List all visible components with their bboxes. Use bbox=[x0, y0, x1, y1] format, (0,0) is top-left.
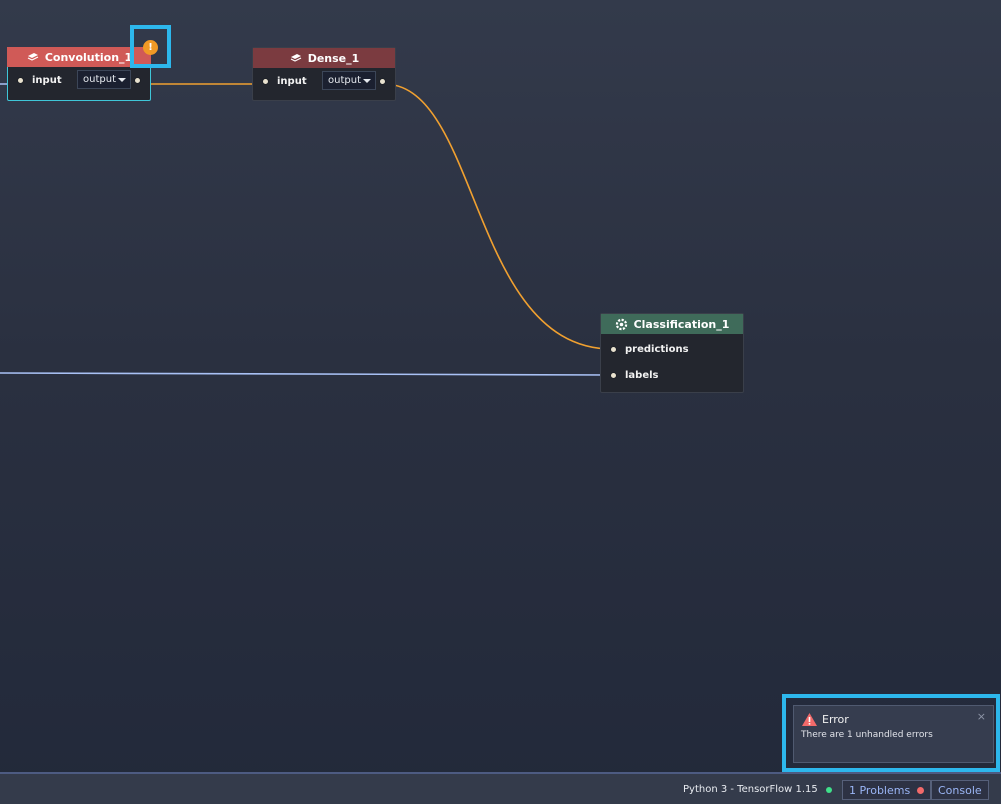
error-toast: Error There are 1 unhandled errors × bbox=[793, 705, 994, 763]
node-dense-title: Dense_1 bbox=[307, 51, 360, 65]
output-dropdown-value: output bbox=[328, 75, 361, 86]
node-classification[interactable]: Classification_1 predictions labels bbox=[600, 313, 744, 393]
error-triangle-icon bbox=[801, 712, 818, 731]
input-port[interactable] bbox=[262, 78, 269, 85]
error-dot-icon bbox=[917, 786, 925, 794]
node-dense[interactable]: Dense_1 input output bbox=[252, 47, 396, 101]
runtime-label: Python 3 - TensorFlow 1.15 bbox=[683, 784, 818, 795]
console-label: Console bbox=[938, 783, 982, 797]
input-port[interactable] bbox=[17, 77, 24, 84]
node-classification-header[interactable]: Classification_1 bbox=[601, 314, 743, 334]
runtime-status-dot bbox=[825, 786, 832, 793]
predictions-port[interactable] bbox=[610, 346, 617, 353]
console-button[interactable]: Console bbox=[931, 780, 989, 800]
problems-button[interactable]: 1 Problems bbox=[842, 780, 932, 800]
node-dense-header[interactable]: Dense_1 bbox=[253, 48, 395, 68]
output-port[interactable] bbox=[379, 78, 386, 85]
labels-port[interactable] bbox=[610, 372, 617, 379]
output-dropdown[interactable]: output bbox=[322, 71, 376, 90]
wire-labels-input bbox=[0, 372, 613, 376]
output-dropdown[interactable]: output bbox=[77, 70, 131, 89]
model-canvas[interactable]: Convolution_1 input output ! Dense_1 inp… bbox=[0, 0, 1001, 772]
input-label: input bbox=[32, 74, 62, 86]
predictions-label: predictions bbox=[625, 343, 689, 355]
node-classification-title: Classification_1 bbox=[633, 317, 730, 331]
problems-label: 1 Problems bbox=[849, 783, 911, 797]
warning-icon[interactable]: ! bbox=[143, 40, 158, 55]
toast-title: Error bbox=[822, 713, 849, 726]
node-convolution-title: Convolution_1 bbox=[44, 50, 133, 64]
node-convolution-header[interactable]: Convolution_1 bbox=[7, 47, 151, 67]
runtime-indicator[interactable]: Python 3 - TensorFlow 1.15 bbox=[683, 784, 832, 795]
output-port[interactable] bbox=[134, 77, 141, 84]
labels-label: labels bbox=[625, 369, 659, 381]
status-bar: Python 3 - TensorFlow 1.15 1 Problems Co… bbox=[0, 772, 1001, 804]
chevron-down-icon bbox=[363, 79, 371, 83]
connection-wires bbox=[0, 83, 613, 376]
input-label: input bbox=[277, 75, 307, 87]
output-dropdown-value: output bbox=[83, 74, 116, 85]
node-convolution[interactable]: Convolution_1 input output bbox=[7, 47, 151, 101]
gear-icon bbox=[615, 318, 629, 331]
layer-icon bbox=[289, 52, 303, 64]
close-icon[interactable]: × bbox=[977, 710, 986, 723]
chevron-down-icon bbox=[118, 78, 126, 82]
layer-icon bbox=[26, 51, 40, 63]
toast-message: There are 1 unhandled errors bbox=[801, 730, 933, 740]
wire-dense-to-classification bbox=[383, 83, 613, 350]
